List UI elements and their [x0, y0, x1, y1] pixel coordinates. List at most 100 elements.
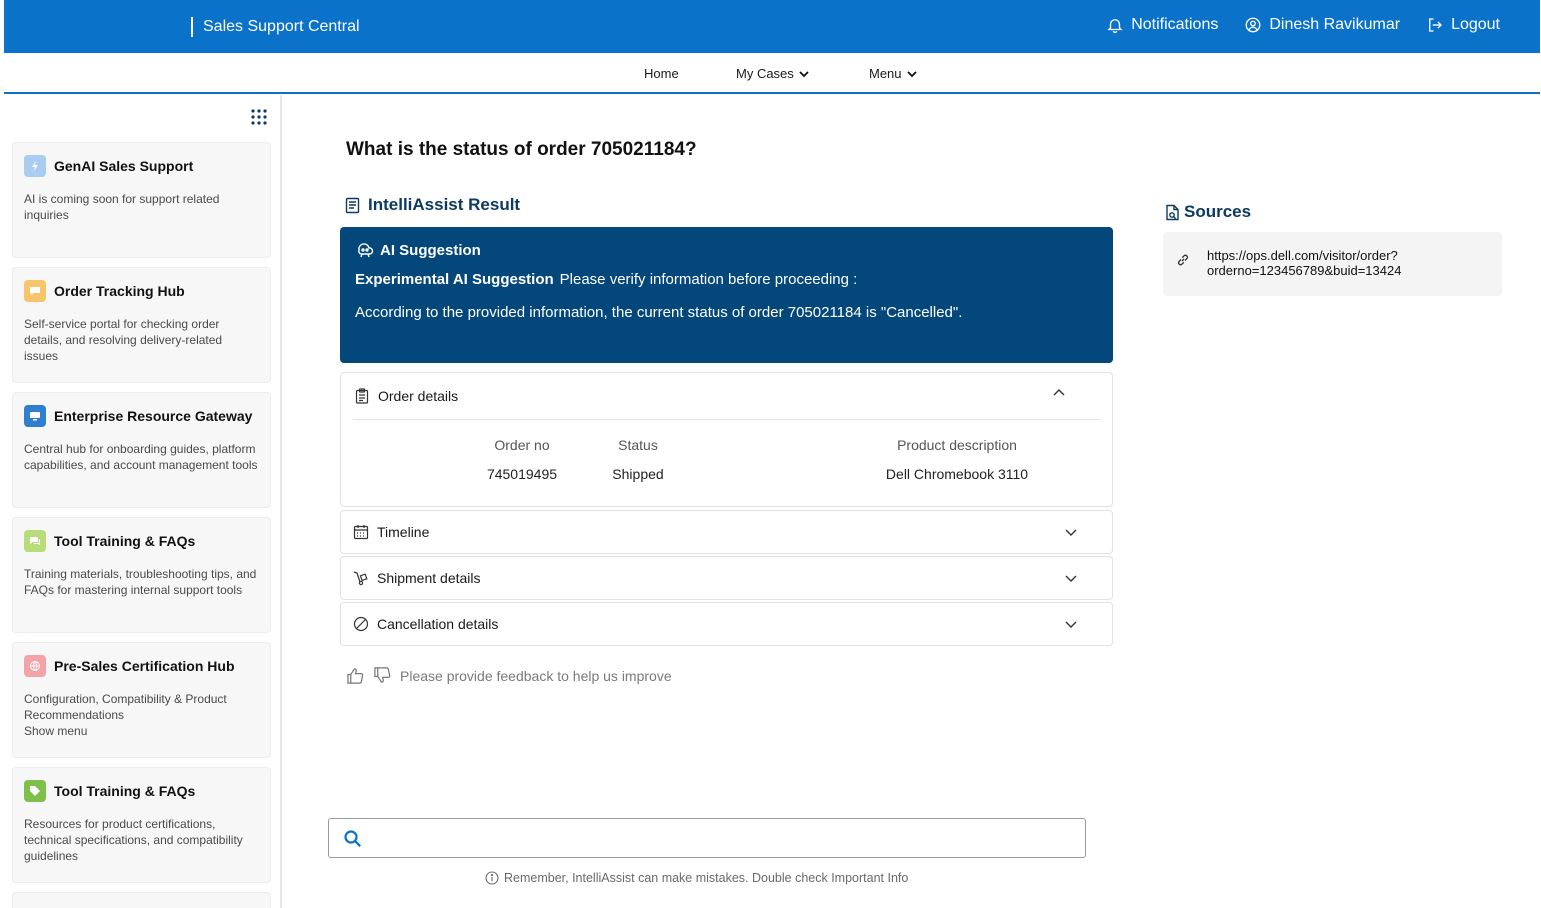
ai-verify-note: Please verify information before proceed…: [559, 271, 858, 288]
question-title: What is the status of order 705021184?: [346, 139, 697, 160]
disclaimer-text: Remember, IntelliAssist can make mistake…: [504, 871, 909, 885]
sidebar-card-tool-training-faqs-2[interactable]: Tool Training & FAQs Resources for produ…: [12, 767, 271, 883]
chevron-down-icon: [906, 70, 917, 77]
brand-divider: [191, 17, 193, 37]
source-link-card[interactable]: https://ops.dell.com/visitor/order? orde…: [1163, 232, 1502, 296]
nav-my-cases-label: My Cases: [736, 66, 794, 81]
bell-icon: [1107, 19, 1123, 34]
dolly-icon: [353, 571, 368, 586]
result-title: IntelliAssist Result: [368, 195, 521, 214]
order-details-divider: [353, 419, 1100, 420]
tag-icon: [24, 780, 46, 802]
status-value: Shipped: [612, 466, 664, 482]
card-description: AI is coming soon for support related in…: [24, 192, 220, 222]
sources-document-icon: [1166, 204, 1179, 220]
source-url-line-1: https://ops.dell.com/visitor/order?: [1207, 248, 1398, 263]
apps-grid-icon[interactable]: [250, 108, 268, 126]
ai-answer-text: According to the provided information, t…: [355, 304, 963, 321]
cancellation-title: Cancellation details: [377, 616, 499, 632]
chevron-down-icon: [1065, 621, 1077, 628]
order-no-value: 745019495: [486, 466, 558, 482]
cancel-icon: [353, 616, 369, 632]
search-input[interactable]: [375, 825, 1075, 851]
card-description: Configuration, Compatibility & Product R…: [24, 692, 227, 738]
card-title: Tool Training & FAQs: [54, 533, 196, 549]
sidebar-card-enterprise-resource-gateway[interactable]: Enterprise Resource Gateway Central hub …: [12, 392, 271, 508]
result-heading: IntelliAssist Result: [345, 195, 520, 215]
nav-menu-label: Menu: [869, 66, 902, 81]
notifications-label: Notifications: [1131, 16, 1219, 33]
link-icon: [1177, 254, 1189, 266]
feedback-text: Please provide feedback to help us impro…: [400, 667, 672, 684]
thumbs-down-icon[interactable]: [373, 666, 392, 685]
sidebar-card-tool-training-faqs[interactable]: Tool Training & FAQs Training materials,…: [12, 517, 271, 633]
order-details-accordion: Order details Order no Status Product de…: [340, 372, 1113, 507]
sidebar-card-order-tracking-hub[interactable]: Order Tracking Hub Self-service portal f…: [12, 267, 271, 383]
feedback-bar: Please provide feedback to help us impro…: [346, 666, 672, 685]
top-actions: Notifications Dinesh Ravikumar Logout: [1106, 16, 1500, 34]
order-details-header[interactable]: Order details: [341, 373, 1112, 419]
timeline-accordion[interactable]: Timeline: [340, 510, 1113, 554]
nav-menu[interactable]: Menu: [869, 66, 918, 81]
globe-icon: [24, 655, 46, 677]
order-details-title: Order details: [378, 388, 459, 404]
sidebar: GenAI Sales Support AI is coming soon fo…: [0, 95, 282, 908]
card-title: GenAI Sales Support: [54, 158, 194, 174]
ai-suggestion-header: AI Suggestion: [355, 241, 1098, 259]
ai-suggestion-title: AI Suggestion: [380, 241, 481, 259]
card-description: Self-service portal for checking order d…: [24, 317, 223, 363]
product-description-value: Dell Chromebook 3110: [885, 466, 1029, 482]
app-title-text: Sales Support Central: [203, 18, 360, 35]
logout-icon: [1429, 18, 1443, 32]
card-title: Tool Training & FAQs: [54, 783, 196, 799]
sidebar-card-partial[interactable]: [12, 892, 271, 908]
cancellation-header[interactable]: Cancellation details: [341, 603, 1112, 645]
product-description-header: Product description: [897, 437, 1017, 453]
shipment-title: Shipment details: [377, 570, 481, 586]
sources-title: Sources: [1184, 202, 1252, 221]
ai-suggestion-panel: AI Suggestion Experimental AI Suggestion…: [340, 227, 1113, 363]
ai-brain-icon: [358, 243, 374, 258]
sidebar-card-pre-sales-certification-hub[interactable]: Pre-Sales Certification Hub Configuratio…: [12, 642, 271, 758]
clipboard-icon: [355, 388, 369, 404]
search-box[interactable]: [328, 818, 1086, 858]
nav-home[interactable]: Home: [644, 66, 679, 81]
card-title: Order Tracking Hub: [54, 283, 185, 299]
timeline-title: Timeline: [377, 524, 430, 540]
logout-label: Logout: [1451, 16, 1500, 33]
disclaimer: Remember, IntelliAssist can make mistake…: [485, 871, 908, 885]
nav-home-label: Home: [644, 66, 679, 81]
chevron-up-icon[interactable]: [1052, 386, 1066, 400]
shipment-header[interactable]: Shipment details: [341, 557, 1112, 599]
card-description: Training materials, troubleshooting tips…: [24, 567, 257, 597]
card-description: Central hub for onboarding guides, platf…: [24, 442, 258, 472]
status-header: Status: [618, 437, 658, 453]
source-url-line-2: orderno=123456789&buid=13424: [1207, 263, 1402, 278]
sidebar-card-genai-sales-support[interactable]: GenAI Sales Support AI is coming soon fo…: [12, 142, 271, 258]
calendar-icon: [353, 525, 369, 540]
nav-my-cases[interactable]: My Cases: [736, 66, 810, 81]
cancellation-accordion[interactable]: Cancellation details: [340, 602, 1113, 646]
document-icon: [345, 197, 360, 213]
thumbs-up-icon[interactable]: [346, 666, 365, 685]
timeline-header[interactable]: Timeline: [341, 511, 1112, 553]
main-nav: Home My Cases Menu: [4, 53, 1540, 94]
app-title[interactable]: Sales Support Central: [191, 16, 360, 38]
top-bar: Sales Support Central Notifications Dine…: [4, 0, 1540, 53]
ai-experimental-label: Experimental AI Suggestion: [355, 271, 554, 288]
search-icon: [344, 830, 361, 847]
chat-icon: [24, 280, 46, 302]
lightning-icon: [24, 155, 46, 177]
card-title: Pre-Sales Certification Hub: [54, 658, 235, 674]
monitor-icon: [24, 405, 46, 427]
card-description: Resources for product certifications, te…: [24, 817, 243, 863]
shipment-accordion[interactable]: Shipment details: [340, 556, 1113, 600]
logout-button[interactable]: Logout: [1426, 16, 1500, 34]
ai-disclaimer-line: Experimental AI Suggestion Please verify …: [355, 271, 1098, 288]
sources-heading: Sources: [1164, 202, 1251, 222]
user-menu-button[interactable]: Dinesh Ravikumar: [1244, 16, 1400, 34]
notifications-button[interactable]: Notifications: [1106, 16, 1218, 34]
card-title: Enterprise Resource Gateway: [54, 408, 253, 424]
chevron-down-icon: [1065, 529, 1077, 536]
info-icon: [485, 871, 499, 885]
